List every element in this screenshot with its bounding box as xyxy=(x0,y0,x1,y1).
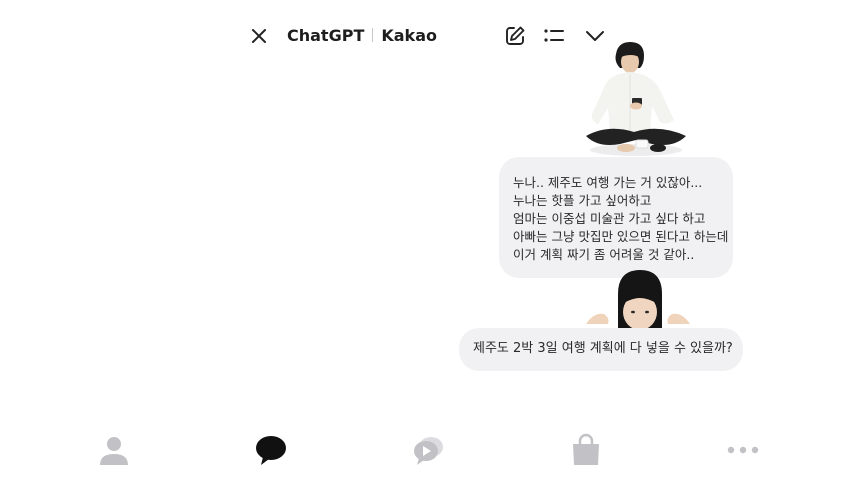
peeking-person-photo xyxy=(584,268,692,330)
brand-chatgpt: ChatGPT xyxy=(287,26,365,45)
brand-kakao: Kakao xyxy=(381,26,437,45)
close-icon[interactable] xyxy=(247,24,271,48)
shopping-bag-icon[interactable] xyxy=(568,432,604,468)
message-line: 이거 계획 짜기 좀 어려울 것 같아.. xyxy=(513,247,695,262)
more-dots-icon[interactable] xyxy=(725,432,761,468)
message-bubble: 누나.. 제주도 여행 가는 거 있잖아... 누나는 핫플 가고 싶어하고 엄… xyxy=(499,157,733,278)
list-icon[interactable] xyxy=(542,24,566,48)
message-line: 누나는 핫플 가고 싶어하고 xyxy=(513,193,652,208)
message-line: 엄마는 이중섭 미술관 가고 싶다 하고 xyxy=(513,211,706,226)
open-chat-icon[interactable] xyxy=(410,432,446,468)
brand-title: ChatGPT Kakao xyxy=(287,25,437,47)
top-bar: ChatGPT Kakao xyxy=(0,0,860,72)
bottom-nav xyxy=(0,420,860,484)
message-line: 누나.. 제주도 여행 가는 거 있잖아... xyxy=(513,175,703,190)
message-line: 아빠는 그냥 맛집만 있으면 된다고 하는데 xyxy=(513,229,729,244)
person-icon[interactable] xyxy=(96,432,132,468)
chat-bubble-icon[interactable] xyxy=(253,432,289,468)
brand-divider xyxy=(372,28,374,42)
sitting-person-photo xyxy=(578,40,696,162)
compose-icon[interactable] xyxy=(503,24,527,48)
message-bubble: 제주도 2박 3일 여행 계획에 다 넣을 수 있을까? xyxy=(459,328,743,371)
